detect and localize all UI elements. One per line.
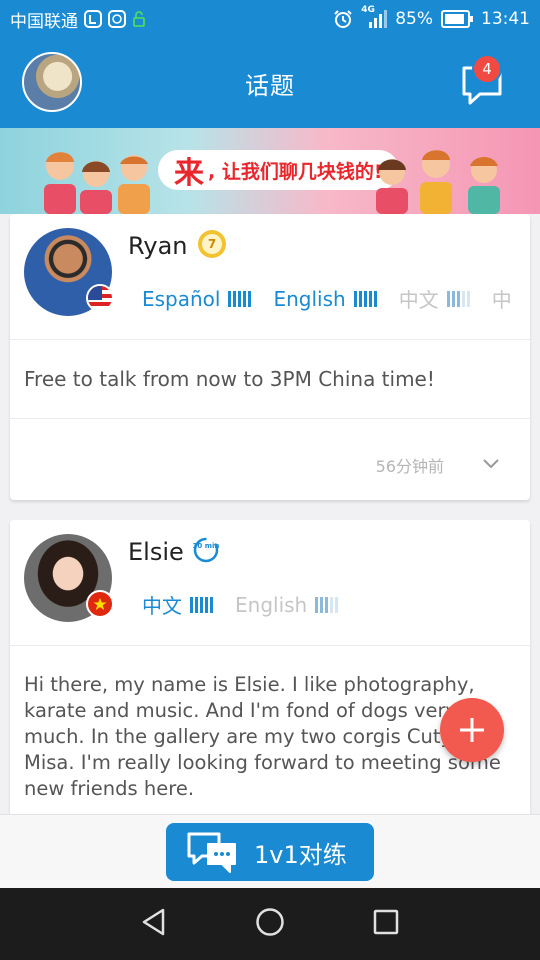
online-badge-text: 30 min [192, 542, 220, 550]
post-author-name: Ryan [128, 232, 188, 260]
battery-icon [441, 10, 473, 28]
language-tag: 中文 [142, 590, 213, 619]
signal-icon: 4G [361, 5, 388, 29]
notification-app-icon [84, 10, 102, 28]
post-card[interactable]: Elsie 30 min 中文 English Hi there, my nam… [10, 520, 530, 820]
system-navigation-bar [0, 888, 540, 960]
lock-icon [132, 10, 146, 28]
practice-button-label: 1v1对练 [254, 840, 347, 869]
language-label: 中文 [398, 288, 439, 312]
messages-count-badge: 4 [472, 54, 502, 84]
new-post-button[interactable] [440, 698, 504, 762]
china-flag-icon [86, 590, 114, 618]
language-label: 中 [491, 288, 512, 312]
proficiency-bars-icon [315, 596, 339, 613]
banner-people-left-illustration [44, 152, 150, 214]
language-tag: English [235, 592, 339, 617]
banner-slogan-text: , 让我们聊几块钱的! [208, 160, 383, 183]
proficiency-bars-icon [353, 290, 377, 307]
banner-slogan: 来 , 让我们聊几块钱的! [158, 150, 399, 191]
proficiency-bars-icon [446, 290, 470, 307]
post-card[interactable]: Ryan 7 Español English 中文 中 Free to talk… [10, 214, 530, 500]
banner-people-right-illustration [376, 150, 500, 214]
banner-slogan-big: 来 [174, 156, 204, 191]
post-author-name: Elsie [128, 538, 184, 566]
notification-clock-app-icon [108, 10, 126, 28]
language-tag: 中文 [399, 284, 470, 313]
language-label: 中文 [142, 594, 182, 618]
post-time: 56分钟前 [375, 457, 444, 476]
level-badge-icon: 7 [198, 230, 226, 258]
language-tag: English [273, 286, 377, 311]
page-title: 话题 [245, 71, 295, 100]
language-label: English [273, 286, 346, 311]
us-flag-icon [86, 284, 114, 312]
battery-percent: 85% [395, 9, 433, 29]
chat-bubbles-icon [187, 832, 236, 873]
online-30min-badge-icon: 30 min [192, 536, 220, 564]
language-tag: Español [142, 286, 252, 311]
promo-banner[interactable]: 来 , 让我们聊几块钱的! [0, 128, 540, 214]
clock-label: 13:41 [481, 9, 530, 29]
app-header: 话题 4 [0, 38, 540, 128]
post-text: Free to talk from now to 3PM China time! [24, 367, 435, 391]
back-icon[interactable] [141, 908, 167, 940]
proficiency-bars-icon [190, 596, 213, 613]
chevron-down-icon[interactable] [482, 455, 500, 474]
language-label: Español [142, 286, 221, 311]
language-label: English [235, 592, 308, 617]
recent-apps-icon[interactable] [373, 909, 399, 939]
plus-icon [460, 718, 484, 742]
carrier-label: 中国联通 [10, 11, 78, 32]
network-type-label: 4G [361, 5, 375, 15]
alarm-icon [333, 9, 353, 29]
status-bar: 中国联通 4G 85% 13:41 [0, 0, 540, 38]
language-tag: 中 [492, 284, 512, 313]
home-icon[interactable] [255, 907, 285, 941]
proficiency-bars-icon [228, 290, 252, 307]
bottom-action-bar: 1v1对练 [0, 814, 540, 888]
user-avatar[interactable] [22, 52, 82, 112]
one-on-one-practice-button[interactable]: 1v1对练 [166, 823, 374, 881]
level-number: 7 [202, 234, 222, 254]
